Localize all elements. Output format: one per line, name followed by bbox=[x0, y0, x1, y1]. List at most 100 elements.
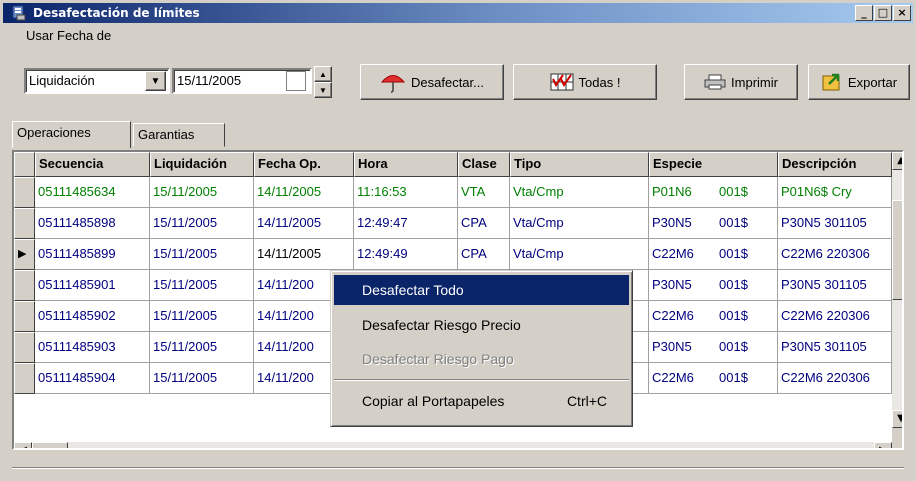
imprimir-button[interactable]: Imprimir bbox=[684, 64, 798, 100]
vertical-scroll-thumb[interactable] bbox=[892, 200, 902, 300]
row-indicator[interactable] bbox=[14, 177, 35, 208]
col-header-fecha-op[interactable]: Fecha Op. bbox=[254, 152, 354, 177]
row-indicator[interactable] bbox=[14, 332, 35, 363]
horizontal-scroll-thumb[interactable] bbox=[32, 442, 68, 448]
imprimir-label: Imprimir bbox=[731, 74, 778, 90]
table-cell-descripcion[interactable]: P30N5 301105 bbox=[778, 332, 892, 363]
scroll-left-button[interactable]: ◀ bbox=[14, 442, 32, 448]
minimize-button[interactable]: _ bbox=[855, 5, 873, 21]
table-cell-clase[interactable]: VTA bbox=[458, 177, 510, 208]
row-indicator[interactable] bbox=[14, 208, 35, 239]
table-cell-especie[interactable]: P30N5 001$ bbox=[649, 332, 778, 363]
table-cell-liquidacion[interactable]: 15/11/2005 bbox=[150, 332, 254, 363]
especie-code: 001$ bbox=[719, 184, 748, 199]
table-cell-especie[interactable]: P30N5 001$ bbox=[649, 208, 778, 239]
tab-operaciones-label: Operaciones bbox=[17, 125, 91, 140]
scroll-up-button[interactable]: ▲ bbox=[892, 152, 902, 170]
arrow-down-icon: ▼ bbox=[897, 413, 902, 424]
date-type-dropdown-button[interactable]: ▼ bbox=[145, 71, 166, 91]
table-cell-especie[interactable]: P30N5 001$ bbox=[649, 270, 778, 301]
menu-item-desafectar-riesgo-precio[interactable]: Desafectar Riesgo Precio bbox=[334, 310, 629, 340]
export-icon bbox=[822, 73, 840, 91]
table-cell-secuencia[interactable]: 05111485634 bbox=[35, 177, 150, 208]
menu-item-copiar-portapapeles[interactable]: Copiar al Portapapeles Ctrl+C bbox=[334, 386, 629, 416]
grid-check-icon bbox=[550, 73, 574, 91]
context-menu: Desafectar Todo Desafectar Riesgo Precio… bbox=[330, 270, 633, 427]
table-cell-clase[interactable]: CPA bbox=[458, 208, 510, 239]
maximize-button[interactable]: □ bbox=[874, 5, 892, 21]
table-cell-descripcion[interactable]: P01N6$ Cry bbox=[778, 177, 892, 208]
scroll-right-button[interactable]: ▶ bbox=[874, 442, 892, 448]
table-cell-descripcion[interactable]: P30N5 301105 bbox=[778, 270, 892, 301]
table-cell-hora[interactable]: 12:49:49 bbox=[354, 239, 458, 270]
scroll-down-button[interactable]: ▼ bbox=[892, 410, 902, 428]
table-cell-especie[interactable]: P01N6 001$ bbox=[649, 177, 778, 208]
horizontal-scrollbar[interactable]: ◀ ▶ bbox=[14, 442, 892, 448]
minimize-icon: _ bbox=[861, 6, 867, 19]
table-cell-descripcion[interactable]: C22M6 220306 bbox=[778, 239, 892, 270]
especie-code: 001$ bbox=[719, 277, 748, 292]
vertical-scrollbar[interactable]: ▲ ▼ bbox=[892, 152, 902, 428]
exportar-button[interactable]: Exportar bbox=[808, 64, 910, 100]
tab-operaciones[interactable]: Operaciones bbox=[12, 121, 131, 148]
table-cell-tipo[interactable]: Vta/Cmp bbox=[510, 208, 649, 239]
table-cell-especie[interactable]: C22M6 001$ bbox=[649, 239, 778, 270]
especie-code: 001$ bbox=[719, 339, 748, 354]
title-bar[interactable]: Desafectación de límites _ □ × bbox=[3, 3, 913, 23]
main-window: Desafectación de límites _ □ × Usar Fech… bbox=[0, 0, 916, 481]
table-cell-descripcion[interactable]: C22M6 220306 bbox=[778, 301, 892, 332]
table-cell-liquidacion[interactable]: 15/11/2005 bbox=[150, 363, 254, 394]
table-cell-clase[interactable]: CPA bbox=[458, 239, 510, 270]
table-cell-secuencia[interactable]: 05111485901 bbox=[35, 270, 150, 301]
col-header-descripcion[interactable]: Descripción bbox=[778, 152, 892, 177]
exportar-label: Exportar bbox=[847, 74, 898, 90]
table-cell-liquidacion[interactable]: 15/11/2005 bbox=[150, 301, 254, 332]
table-cell-hora[interactable]: 11:16:53 bbox=[354, 177, 458, 208]
row-indicator[interactable]: ▶ bbox=[14, 239, 35, 270]
date-type-select[interactable]: Liquidación ▼ bbox=[24, 68, 170, 94]
calendar-checkbox[interactable] bbox=[286, 71, 306, 91]
close-button[interactable]: × bbox=[893, 5, 911, 21]
col-header-tipo[interactable]: Tipo bbox=[510, 152, 649, 177]
table-cell-liquidacion[interactable]: 15/11/2005 bbox=[150, 239, 254, 270]
todas-button[interactable]: Todas ! bbox=[513, 64, 657, 100]
table-cell-fecha-op[interactable]: 14/11/2005 bbox=[254, 208, 354, 239]
menu-item-label: Copiar al Portapapeles bbox=[362, 393, 505, 409]
date-spin-up[interactable]: ▲ bbox=[314, 66, 332, 82]
col-header-secuencia[interactable]: Secuencia bbox=[35, 152, 150, 177]
col-header-especie[interactable]: Especie bbox=[649, 152, 778, 177]
table-cell-fecha-op[interactable]: 14/11/2005 bbox=[254, 177, 354, 208]
row-indicator[interactable] bbox=[14, 270, 35, 301]
table-cell-hora[interactable]: 12:49:47 bbox=[354, 208, 458, 239]
desafectar-button[interactable]: Desafectar... bbox=[360, 64, 504, 100]
table-cell-liquidacion[interactable]: 15/11/2005 bbox=[150, 208, 254, 239]
table-cell-tipo[interactable]: Vta/Cmp bbox=[510, 239, 649, 270]
table-cell-especie[interactable]: C22M6 001$ bbox=[649, 301, 778, 332]
menu-item-desafectar-todo[interactable]: Desafectar Todo bbox=[334, 275, 629, 305]
table-cell-secuencia[interactable]: 05111485898 bbox=[35, 208, 150, 239]
date-spin-down[interactable]: ▼ bbox=[314, 82, 332, 98]
col-header-hora[interactable]: Hora bbox=[354, 152, 458, 177]
table-cell-liquidacion[interactable]: 15/11/2005 bbox=[150, 270, 254, 301]
table-cell-liquidacion[interactable]: 15/11/2005 bbox=[150, 177, 254, 208]
table-cell-secuencia[interactable]: 05111485903 bbox=[35, 332, 150, 363]
table-cell-secuencia[interactable]: 05111485899 bbox=[35, 239, 150, 270]
table-cell-descripcion[interactable]: C22M6 220306 bbox=[778, 363, 892, 394]
tab-garantias[interactable]: Garantias bbox=[133, 123, 225, 147]
date-value: 15/11/2005 bbox=[177, 73, 242, 88]
table-cell-descripcion[interactable]: P30N5 301105 bbox=[778, 208, 892, 239]
col-header-liquidacion[interactable]: Liquidación bbox=[150, 152, 254, 177]
menu-item-label: Desafectar Todo bbox=[362, 282, 464, 298]
header-corner bbox=[14, 152, 35, 177]
row-indicator[interactable] bbox=[14, 363, 35, 394]
row-indicator[interactable] bbox=[14, 301, 35, 332]
col-header-clase[interactable]: Clase bbox=[458, 152, 510, 177]
tab-garantias-label: Garantias bbox=[138, 127, 195, 142]
table-cell-especie[interactable]: C22M6 001$ bbox=[649, 363, 778, 394]
table-cell-tipo[interactable]: Vta/Cmp bbox=[510, 177, 649, 208]
table-cell-secuencia[interactable]: 05111485902 bbox=[35, 301, 150, 332]
date-input[interactable]: 15/11/2005 bbox=[172, 68, 312, 94]
table-cell-secuencia[interactable]: 05111485904 bbox=[35, 363, 150, 394]
especie-code: 001$ bbox=[719, 308, 748, 323]
table-cell-fecha-op[interactable]: 14/11/2005 bbox=[254, 239, 354, 270]
